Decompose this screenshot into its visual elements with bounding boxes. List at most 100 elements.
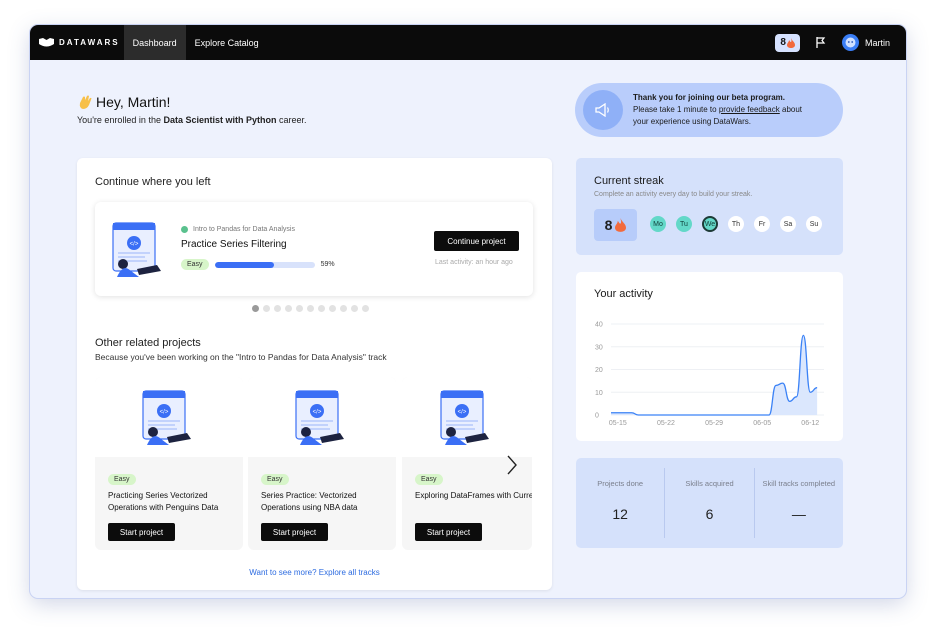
- streak-day-th: Th: [728, 216, 744, 232]
- difficulty-badge: Easy: [108, 474, 136, 485]
- related-project-card[interactable]: </> Easy Series Practice: Vectorized Ope…: [248, 377, 396, 550]
- brand-logo[interactable]: DATAWARS: [39, 37, 120, 48]
- continue-project-title[interactable]: Practice Series Filtering: [181, 239, 287, 250]
- beta-title: Thank you for joining our beta program.: [633, 93, 786, 102]
- feedback-link[interactable]: provide feedback: [719, 105, 780, 114]
- related-project-title[interactable]: Exploring DataFrames with Currency Data: [415, 490, 532, 516]
- tab-explore-catalog[interactable]: Explore Catalog: [186, 25, 268, 60]
- carousel-dot[interactable]: [263, 305, 270, 312]
- start-project-button[interactable]: Start project: [261, 523, 328, 541]
- streak-day-su: Su: [806, 216, 822, 232]
- carousel-dot[interactable]: [296, 305, 303, 312]
- stats-card: Projects done 12 Skills acquired 6 Skill…: [576, 458, 843, 548]
- related-project-title[interactable]: Series Practice: Vectorized Operations u…: [261, 490, 383, 516]
- waving-hand-icon: [79, 95, 92, 109]
- enrollment-suffix: career.: [276, 115, 307, 125]
- svg-text:</>: </>: [160, 410, 169, 416]
- beta-line2-suffix: about: [779, 105, 803, 114]
- related-project-title[interactable]: Practicing Series Vectorized Operations …: [108, 490, 230, 516]
- tab-dashboard[interactable]: Dashboard: [123, 25, 186, 60]
- difficulty-badge: Easy: [415, 474, 443, 485]
- app-window: DATAWARS Dashboard Explore Catalog 8 Mar…: [30, 25, 906, 598]
- carousel-dot[interactable]: [285, 305, 292, 312]
- streak-days: Mo Tu We Th Fr Sa Su: [650, 216, 832, 232]
- streak-count: 8: [604, 217, 613, 233]
- continue-project-card[interactable]: </> Intro to Pandas for Data Analysis Pr…: [95, 202, 533, 296]
- svg-text:</>: </>: [313, 410, 322, 416]
- start-project-button[interactable]: Start project: [415, 523, 482, 541]
- related-project-image: </>: [248, 377, 396, 457]
- related-project-card[interactable]: </> Easy Practicing Series Vectorized Op…: [95, 377, 243, 550]
- report-flag-button[interactable]: [816, 37, 826, 48]
- track-name-label: Intro to Pandas for Data Analysis: [193, 226, 295, 233]
- streak-subtitle: Complete an activity every day to build …: [594, 191, 753, 198]
- related-section-subtitle: Because you've been working on the "Intr…: [95, 352, 387, 362]
- activity-card: Your activity 0 10 20 30 40 05-15 05-22 05-29 06…: [576, 272, 843, 441]
- carousel-dot[interactable]: [351, 305, 358, 312]
- stat-label: Skills acquired: [685, 479, 734, 488]
- x-tick-label: 06-12: [801, 420, 819, 427]
- stat-value: 12: [612, 506, 628, 522]
- stat-label: Projects done: [597, 479, 644, 488]
- beta-line2-prefix: Please take 1 minute to: [633, 105, 719, 114]
- flame-icon: [786, 37, 795, 48]
- carousel-dot[interactable]: [362, 305, 369, 312]
- progress-bar: [214, 261, 315, 268]
- project-illustration-icon: </>: [295, 390, 344, 445]
- beta-banner: Thank you for joining our beta program. …: [575, 83, 843, 137]
- beta-line3: your experience using DataWars.: [633, 117, 751, 126]
- explore-all-tracks-link[interactable]: Want to see more? Explore all tracks: [77, 568, 552, 577]
- user-avatar-icon: [845, 37, 856, 48]
- datawars-logo-icon: [39, 37, 54, 46]
- carousel-dot[interactable]: [318, 305, 325, 312]
- y-tick-label: 40: [595, 322, 603, 329]
- current-streak-card: Current streak Complete an activity ever…: [576, 158, 843, 255]
- stat-skill-tracks-completed: Skill tracks completed —: [755, 468, 843, 538]
- stat-skills-acquired: Skills acquired 6: [665, 468, 755, 538]
- flame-icon: [615, 218, 627, 232]
- chevron-right-icon[interactable]: [505, 454, 519, 476]
- beta-message: Thank you for joining our beta program. …: [633, 92, 802, 128]
- megaphone-badge: [583, 90, 623, 130]
- streak-day-tu: Tu: [676, 216, 692, 232]
- activity-area: [611, 335, 818, 415]
- avatar[interactable]: [841, 34, 859, 51]
- stat-value: —: [791, 506, 806, 522]
- x-tick-label: 06-05: [753, 420, 771, 427]
- carousel-dot[interactable]: [252, 305, 259, 312]
- flag-icon: [816, 37, 826, 48]
- y-tick-label: 30: [595, 344, 603, 351]
- x-tick-label: 05-15: [609, 420, 627, 427]
- enrollment-prefix: You're enrolled in the: [77, 115, 164, 125]
- greeting: Hey, Martin! You're enrolled in the Data…: [77, 94, 306, 125]
- stat-projects-done: Projects done 12: [576, 468, 666, 538]
- streak-day-sa: Sa: [780, 216, 796, 232]
- enrollment-text: You're enrolled in the Data Scientist wi…: [77, 115, 306, 125]
- streak-badge-count: 8: [780, 37, 786, 48]
- track-status-dot: [181, 226, 188, 233]
- streak-title: Current streak: [594, 175, 664, 187]
- related-project-image: </>: [402, 377, 532, 457]
- x-tick-label: 05-22: [657, 420, 675, 427]
- project-illustration-icon: </>: [440, 390, 489, 445]
- streak-day-we: We: [702, 216, 718, 232]
- difficulty-badge: Easy: [181, 259, 209, 270]
- related-project-image: </>: [95, 377, 243, 457]
- streak-day-mo: Mo: [650, 216, 666, 232]
- stat-value: 6: [705, 506, 714, 522]
- last-activity: Last activity: an hour ago: [435, 259, 513, 266]
- continue-project-button[interactable]: Continue project: [434, 231, 519, 251]
- streak-badge[interactable]: 8: [775, 33, 800, 52]
- carousel-dot[interactable]: [274, 305, 281, 312]
- x-tick-label: 05-29: [705, 420, 723, 427]
- carousel-dot[interactable]: [340, 305, 347, 312]
- carousel-dot[interactable]: [307, 305, 314, 312]
- svg-text:</>: </>: [130, 242, 139, 248]
- start-project-button[interactable]: Start project: [108, 523, 175, 541]
- streak-day-fr: Fr: [754, 216, 770, 232]
- svg-text:</>: </>: [458, 410, 467, 416]
- user-name[interactable]: Martin: [865, 38, 890, 48]
- main-card: Continue where you left </> Intro to Pan…: [77, 158, 552, 590]
- y-tick-label: 20: [595, 367, 603, 374]
- carousel-dot[interactable]: [329, 305, 336, 312]
